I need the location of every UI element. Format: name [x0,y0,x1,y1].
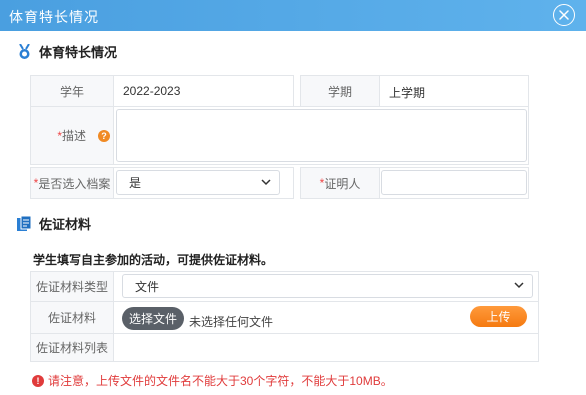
desc-label: 描述 [61,129,86,143]
archive-label: 是否选入档案 [38,176,111,191]
document-icon [17,215,32,231]
evidence-material-label: 佐证材料 [47,311,96,325]
evidence-type-label-cell: 佐证材料类型 [30,271,114,302]
evidence-list-label-cell: 佐证材料列表 [30,333,114,362]
year-label-cell: 学年 [30,75,114,107]
upload-warning-text: 请注意，上传文件的文件名不能大于30个字符，不能大于10MB。 [48,374,393,388]
witness-label: 证明人 [324,176,361,191]
section-evidence-title: 佐证材料 [39,217,92,232]
close-icon [559,10,569,20]
upload-button[interactable]: 上传 [470,306,527,327]
witness-label-cell: * 证明人 [300,167,380,199]
term-label: 学期 [327,84,352,99]
close-button[interactable] [553,4,575,26]
evidence-list-label: 佐证材料列表 [35,341,108,355]
archive-label-cell: * 是否选入档案 [30,167,114,199]
evidence-type-value: 文件 [135,279,160,294]
section-sports-title: 体育特长情况 [39,45,118,60]
choose-file-button[interactable]: 选择文件 [122,307,184,330]
warning-icon: ! [32,374,44,387]
chevron-down-icon [261,178,271,185]
description-textarea[interactable] [116,109,527,162]
evidence-type-select[interactable]: 文件 [122,274,533,298]
archive-select-value: 是 [129,176,142,190]
dialog-titlebar: 体育特长情况 [0,0,586,31]
no-file-text: 未选择任何文件 [189,315,274,329]
year-label: 学年 [59,84,84,99]
evidence-instruction: 学生填写自主参加的活动，可提供佐证材料。 [33,253,274,267]
medal-icon [19,43,30,59]
archive-select[interactable]: 是 [116,170,280,195]
year-value: 2022-2023 [123,84,181,98]
evidence-material-label-cell: 佐证材料 [30,301,114,334]
chevron-down-icon [514,282,524,289]
term-label-cell: 学期 [300,75,380,107]
section-evidence-header: 佐证材料 [17,214,91,233]
dialog-title: 体育特长情况 [9,9,99,25]
term-value: 上学期 [389,86,426,100]
upload-warning: ! 请注意，上传文件的文件名不能大于30个字符，不能大于10MB。 [32,372,393,389]
witness-input[interactable] [381,170,527,195]
section-sports-header: 体育特长情况 [17,42,117,61]
help-icon[interactable]: ? [98,130,110,142]
evidence-type-label: 佐证材料类型 [35,280,108,294]
evidence-list-value-cell [113,333,539,362]
